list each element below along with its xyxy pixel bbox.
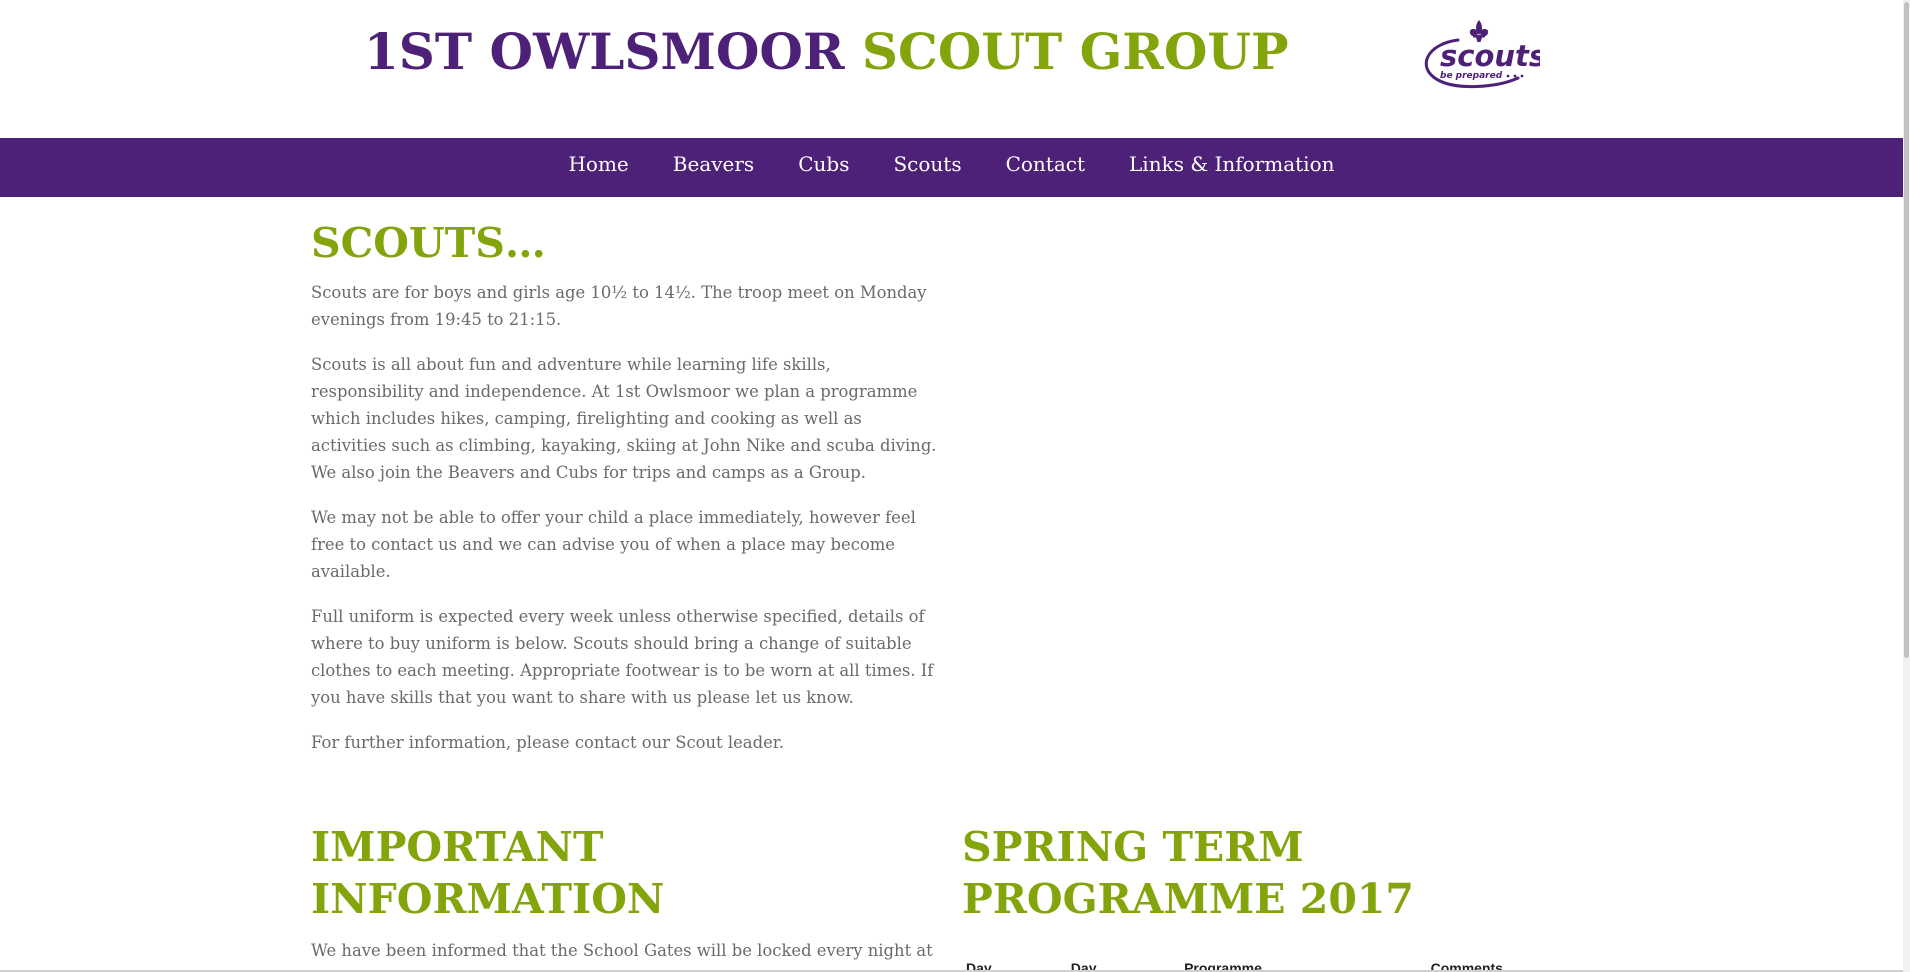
- nav-item-cubs[interactable]: Cubs: [776, 140, 871, 188]
- logo-tagline: be prepared: [1440, 71, 1503, 81]
- vertical-scrollbar[interactable]: [1903, 0, 1910, 972]
- logo-brand-text: scouts: [1440, 39, 1540, 73]
- scouts-heading: SCOUTS…: [311, 219, 546, 267]
- important-info-paragraph: We have been informed that the School Ga…: [311, 941, 935, 972]
- important-info-section: IMPORTANT INFORMATION We have been infor…: [311, 821, 941, 972]
- nav-item-beavers[interactable]: Beavers: [651, 140, 776, 188]
- scouts-paragraph: Scouts is all about fun and adventure wh…: [311, 355, 937, 482]
- programme-heading: SPRING TERM PROGRAMME 2017: [962, 823, 1414, 923]
- main-content: SCOUTS… Scouts are for boys and girls ag…: [0, 197, 1903, 972]
- nav-item-links-information[interactable]: Links & Information: [1107, 140, 1357, 188]
- logo-dots: [1506, 74, 1524, 78]
- nav-list: Home Beavers Cubs Scouts Contact Links &…: [0, 138, 1903, 197]
- programme-section: SPRING TERM PROGRAMME 2017 Day Day Progr…: [962, 821, 1552, 972]
- scouts-logo[interactable]: scouts be prepared: [1418, 18, 1546, 96]
- scrollbar-thumb[interactable]: [1904, 2, 1909, 658]
- page: 1ST OWLSMOOR SCOUT GROUP scouts be prepa…: [0, 0, 1910, 972]
- scouts-section: SCOUTS… Scouts are for boys and girls ag…: [311, 217, 941, 774]
- site-title-part-2: SCOUT GROUP: [861, 22, 1289, 81]
- nav-item-contact[interactable]: Contact: [984, 140, 1107, 188]
- scouts-paragraph: We may not be able to offer your child a…: [311, 508, 916, 581]
- scouts-paragraph: For further information, please contact …: [311, 733, 785, 752]
- scouts-paragraph: Full uniform is expected every week unle…: [311, 607, 934, 707]
- scouts-paragraph: Scouts are for boys and girls age 10½ to…: [311, 283, 927, 329]
- important-info-heading: IMPORTANT INFORMATION: [311, 823, 665, 923]
- scouts-logo-graphic: scouts be prepared: [1424, 20, 1546, 88]
- site-title-part-1: 1ST OWLSMOOR: [364, 22, 845, 81]
- site-header: 1ST OWLSMOOR SCOUT GROUP scouts be prepa…: [0, 0, 1903, 138]
- nav-item-home[interactable]: Home: [546, 140, 650, 188]
- site-title[interactable]: 1ST OWLSMOOR SCOUT GROUP: [364, 22, 1289, 82]
- nav-item-scouts[interactable]: Scouts: [871, 140, 983, 188]
- main-nav: Home Beavers Cubs Scouts Contact Links &…: [0, 138, 1903, 197]
